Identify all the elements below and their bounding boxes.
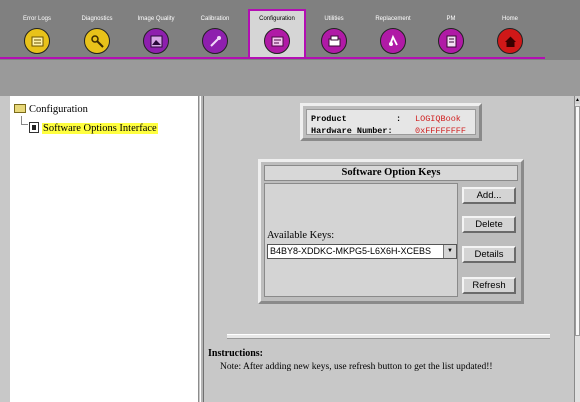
tab-replacement[interactable]: Replacement (364, 0, 422, 60)
vertical-scrollbar[interactable]: ▲ (574, 96, 580, 402)
keys-body: Available Keys: B4BY8-XDDKC-MKPG5-L6X6H-… (264, 183, 458, 297)
tree-connector (21, 124, 28, 125)
tree-child-label: Software Options Interface (42, 123, 158, 134)
tab-error-logs[interactable]: Error Logs (8, 0, 66, 60)
tree-node-configuration[interactable]: Configuration (14, 104, 88, 118)
tab-label: PM (446, 16, 456, 22)
tab-calibration[interactable]: Calibration (186, 0, 244, 60)
product-value: LOGIQBook (415, 114, 461, 124)
tab-label: Image Quality (137, 16, 175, 22)
instructions-note: Note: After adding new keys, use refresh… (220, 362, 493, 372)
image-quality-icon (143, 28, 169, 54)
pm-icon (438, 28, 464, 54)
content-pane: Product : LOGIQBook Hardware Number: 0xF… (205, 96, 573, 402)
instructions-title: Instructions: (208, 348, 264, 359)
product-label: Product (311, 114, 347, 124)
tab-diagnostics[interactable]: Diagnostics (68, 0, 126, 60)
software-option-keys-panel: Software Option Keys Available Keys: B4B… (258, 159, 524, 304)
tab-home[interactable]: Home (481, 0, 539, 60)
horizontal-scrollbar[interactable] (227, 334, 550, 339)
tab-configuration[interactable]: Configuration (248, 9, 306, 59)
tab-label: Home (501, 16, 518, 22)
details-button[interactable]: Details (462, 246, 516, 263)
tab-label: Calibration (200, 16, 230, 22)
refresh-button[interactable]: Refresh (462, 277, 516, 294)
diagnostics-icon (84, 28, 110, 54)
configuration-icon (264, 28, 290, 54)
product-row: Product : LOGIQBook (311, 114, 461, 124)
tab-underline (0, 57, 545, 59)
tab-image-quality[interactable]: Image Quality (127, 0, 185, 60)
scroll-thumb[interactable] (575, 106, 580, 336)
tab-pm[interactable]: PM (422, 0, 480, 60)
tab-utilities[interactable]: Utilities (305, 0, 363, 60)
scroll-up-icon[interactable]: ▲ (575, 96, 580, 104)
delete-button[interactable]: Delete (462, 216, 516, 233)
add-button[interactable]: Add... (462, 187, 516, 204)
tab-label: Replacement (375, 16, 411, 22)
product-info-box: Product : LOGIQBook Hardware Number: 0xF… (300, 103, 482, 141)
available-keys-label: Available Keys: (267, 230, 335, 241)
utilities-icon (321, 28, 347, 54)
tree-root-label: Configuration (29, 104, 88, 115)
product-separator: : (396, 114, 402, 124)
home-icon (497, 28, 523, 54)
folder-open-icon (14, 104, 26, 113)
tree-node-software-options[interactable]: Software Options Interface (29, 118, 158, 134)
panel-splitter[interactable] (200, 96, 204, 402)
tab-label: Configuration (259, 16, 295, 22)
document-icon (29, 122, 39, 133)
available-keys-select[interactable]: B4BY8-XDDKC-MKPG5-L6X6H-XCEBS ▼ (267, 244, 457, 259)
dropdown-arrow-icon[interactable]: ▼ (443, 245, 456, 258)
hardware-label: Hardware Number: (311, 126, 393, 136)
tab-label: Utilities (324, 16, 344, 22)
product-info-inner: Product : LOGIQBook Hardware Number: 0xF… (306, 109, 476, 136)
tab-label: Error Logs (22, 16, 51, 22)
toolbar-strip (0, 60, 580, 96)
hardware-value: 0xFFFFFFFF (415, 126, 467, 136)
error-logs-icon (24, 28, 50, 54)
keys-panel-title: Software Option Keys (264, 165, 518, 181)
hardware-row: Hardware Number: 0xFFFFFFFF (311, 126, 466, 136)
tab-label: Diagnostics (81, 16, 113, 22)
selected-key-value: B4BY8-XDDKC-MKPG5-L6X6H-XCEBS (270, 246, 432, 256)
calibration-icon (202, 28, 228, 54)
top-tab-bar: Error Logs Diagnostics Image Quality Cal… (0, 0, 580, 60)
tree-panel: Configuration Software Options Interface (10, 96, 199, 402)
replacement-icon (380, 28, 406, 54)
